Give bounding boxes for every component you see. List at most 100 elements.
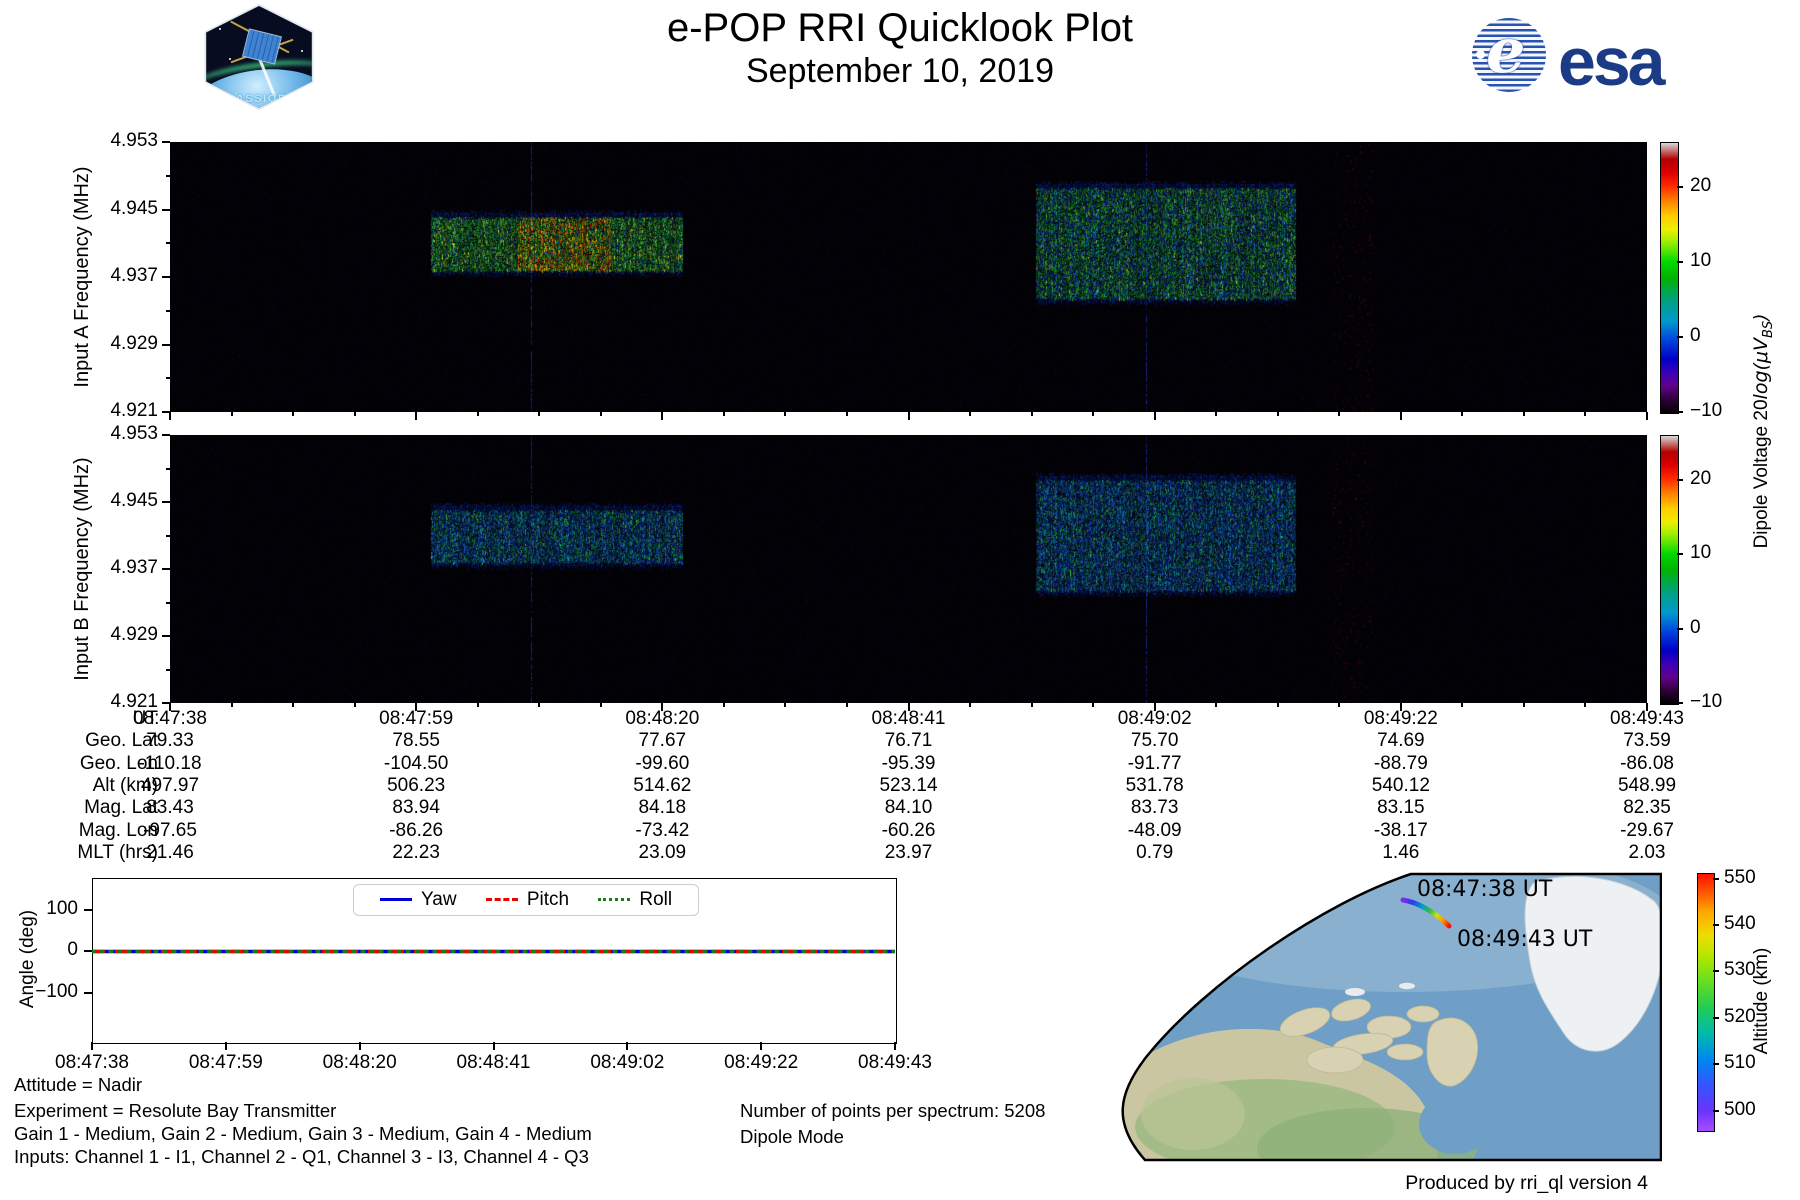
legend-label: Roll <box>639 889 672 910</box>
colorbar-tick <box>1677 261 1683 263</box>
x-axis-tick <box>292 703 294 707</box>
altitude-colorbar-tick <box>1713 970 1719 972</box>
geo-table-cell: 23.97 <box>786 842 1032 864</box>
geo-table-cell: 83.73 <box>1032 797 1278 819</box>
geo-table-cell: 23.09 <box>539 842 785 864</box>
geo-table-cell: -104.50 <box>293 753 539 775</box>
ground-track-map: 08:47:38 UT 08:49:43 UT <box>1105 872 1662 1162</box>
y-axis-tick-label: 4.945 <box>76 198 158 220</box>
legend-item-pitch: Pitch <box>486 889 569 910</box>
map-alaska <box>1141 1078 1245 1150</box>
geo-table-cell: 83.94 <box>293 797 539 819</box>
y-axis-tick-label: 4.953 <box>76 130 158 152</box>
geo-table-cell: 21.46 <box>47 842 293 864</box>
geo-table-cell: 84.10 <box>786 797 1032 819</box>
geo-table-cell: 78.55 <box>293 730 539 752</box>
roll-line-sample <box>598 898 630 901</box>
angle-y-tick <box>84 909 92 911</box>
angle-y-tick <box>84 950 92 952</box>
legend-item-yaw: Yaw <box>380 889 457 910</box>
x-axis-tick <box>1584 412 1586 416</box>
x-axis-tick <box>846 703 848 707</box>
x-axis-tick <box>723 703 725 707</box>
dipole-label-close: ) <box>1750 313 1772 320</box>
geo-table-cell: 08:49:22 <box>1278 708 1524 730</box>
quicklook-plot-page: CASSIOPE e-POP RRI Quicklook Plot Septem… <box>0 0 1800 1200</box>
geo-table-cell: 08:47:59 <box>293 708 539 730</box>
colorbar-tick <box>1677 411 1683 413</box>
x-axis-tick <box>354 412 356 416</box>
altitude-colorbar-tick <box>1713 878 1719 880</box>
x-axis-tick <box>1461 703 1463 707</box>
x-axis-tick <box>908 412 910 420</box>
y-axis-tick <box>162 141 170 143</box>
esa-globe-letter: e <box>1486 18 1525 87</box>
y-axis-tick <box>162 434 170 436</box>
colorbar-tick <box>1677 479 1683 481</box>
x-axis-tick <box>661 412 663 420</box>
annotation-attitude: Attitude = Nadir <box>14 1074 142 1096</box>
geo-table-cell: 08:49:02 <box>1032 708 1278 730</box>
geo-table-cell: -88.79 <box>1278 753 1524 775</box>
angle-x-tick-label: 08:47:38 <box>22 1052 162 1074</box>
legend-label: Yaw <box>421 889 457 910</box>
y-axis-tick-label: 4.937 <box>76 265 158 287</box>
produced-by-note: Produced by rri_ql version 4 <box>1200 1172 1648 1195</box>
x-axis-tick <box>969 412 971 416</box>
track-end-time: 08:49:43 UT <box>1457 927 1593 952</box>
dipole-label-math: log(μV <box>1750 338 1772 399</box>
x-axis-tick <box>969 703 971 707</box>
x-axis-tick <box>1400 412 1402 420</box>
colorbar-tick-label: 0 <box>1690 325 1746 347</box>
altitude-colorbar-tick-label: 530 <box>1724 959 1780 981</box>
x-axis-tick <box>1277 703 1279 707</box>
x-axis-tick <box>169 412 171 420</box>
angle-y-tick-label: −100 <box>14 981 78 1003</box>
x-axis-tick <box>1092 412 1094 416</box>
angle-x-tick <box>894 1042 896 1050</box>
x-axis-tick <box>1523 703 1525 707</box>
y-axis-minor-tick <box>166 669 170 671</box>
angle-x-tick-label: 08:49:43 <box>825 1052 965 1074</box>
x-axis-tick <box>1031 703 1033 707</box>
dipole-colorbar-b <box>1660 435 1679 705</box>
altitude-colorbar-label: Altitude (km) <box>1751 871 1773 1131</box>
angle-x-tick <box>359 1042 361 1050</box>
geo-table-cell: 22.23 <box>293 842 539 864</box>
x-axis-tick <box>354 703 356 707</box>
y-axis-minor-tick <box>166 535 170 537</box>
geo-table-cell: 08:47:38 <box>47 708 293 730</box>
geo-table-cell: 523.14 <box>786 775 1032 797</box>
geo-table-cell: -86.08 <box>1524 753 1770 775</box>
colorbar-tick-label: 20 <box>1690 468 1746 490</box>
y-axis-tick <box>162 276 170 278</box>
geo-table-cell: 531.78 <box>1032 775 1278 797</box>
x-axis-tick <box>1092 703 1094 707</box>
x-axis-tick <box>1215 703 1217 707</box>
colorbar-tick-label: 10 <box>1690 250 1746 272</box>
geo-table-cell: -99.60 <box>539 753 785 775</box>
geo-table-cell: -91.77 <box>1032 753 1278 775</box>
angle-y-tick-label: 0 <box>14 939 78 961</box>
geo-table-cell: 77.67 <box>539 730 785 752</box>
angle-x-tick-label: 08:48:41 <box>424 1052 564 1074</box>
x-axis-tick <box>1338 703 1340 707</box>
x-axis-tick <box>1523 412 1525 416</box>
angle-x-tick-label: 08:48:20 <box>290 1052 430 1074</box>
altitude-colorbar-tick-label: 500 <box>1724 1099 1780 1121</box>
altitude-colorbar-tick-label: 550 <box>1724 867 1780 889</box>
geo-table-cell: 2.03 <box>1524 842 1770 864</box>
geo-table-cell: -95.39 <box>786 753 1032 775</box>
geo-table-cell: 73.59 <box>1524 730 1770 752</box>
map-hudson-bay <box>1419 1094 1491 1154</box>
altitude-colorbar-tick-label: 510 <box>1724 1052 1780 1074</box>
geo-table-cell: 75.70 <box>1032 730 1278 752</box>
x-axis-tick <box>784 412 786 416</box>
x-axis-tick <box>846 412 848 416</box>
x-axis-tick <box>1277 412 1279 416</box>
angle-y-tick <box>84 992 92 994</box>
x-axis-tick <box>1154 412 1156 420</box>
y-axis-tick-label: 4.953 <box>76 423 158 445</box>
colorbar-tick <box>1677 186 1683 188</box>
geo-table-cell: 506.23 <box>293 775 539 797</box>
